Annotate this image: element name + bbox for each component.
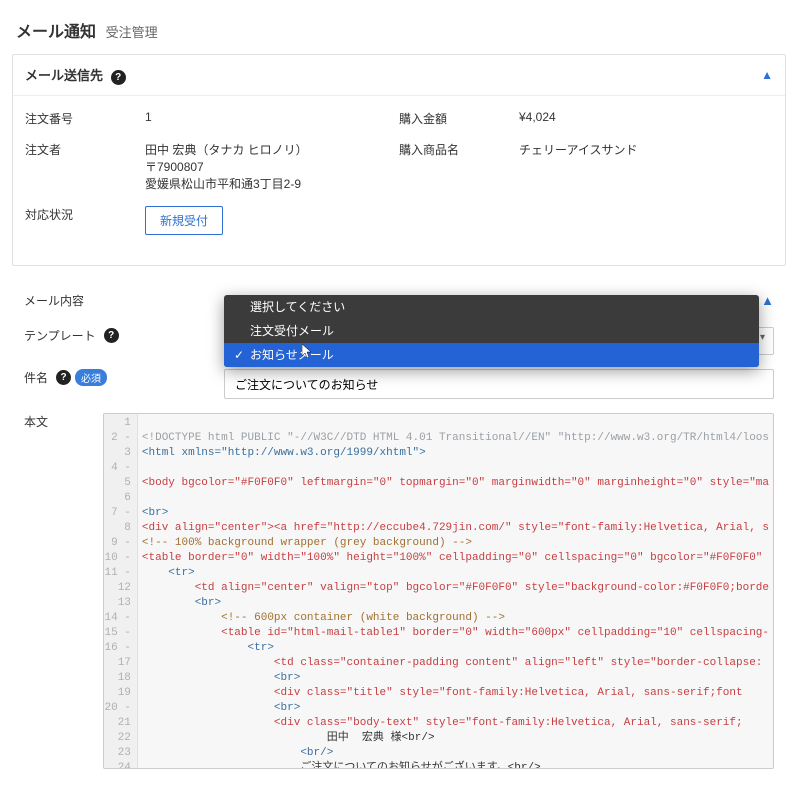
template-select[interactable]: 選択してください 注文受付メール ✓ お知らせメール ▾ — [224, 327, 774, 355]
check-icon: ✓ — [234, 347, 244, 363]
orderer-zip: 〒7900807 — [145, 158, 399, 175]
code-content[interactable]: <!DOCTYPE html PUBLIC "-//W3C//DTD HTML … — [138, 414, 773, 768]
help-icon[interactable]: ? — [111, 70, 126, 85]
template-dropdown[interactable]: 選択してください 注文受付メール ✓ お知らせメール — [224, 295, 759, 367]
subject-row: 件名 ? 必須 — [24, 369, 774, 399]
chevron-up-icon[interactable]: ▲ — [761, 68, 773, 82]
page-sub: 受注管理 — [106, 25, 158, 40]
dest-panel: メール送信先 ? ▲ 注文番号 1 注文者 田中 宏典（タナカ ヒロノリ） 〒7… — [12, 54, 786, 266]
product-value: チェリーアイスサンド — [519, 141, 773, 158]
template-option-1[interactable]: 注文受付メール — [224, 319, 759, 343]
product-label: 購入商品名 — [399, 141, 519, 158]
dest-panel-header[interactable]: メール送信先 ? ▲ — [13, 55, 785, 96]
template-row: テンプレート ? 選択してください 注文受付メール ✓ お知らせメール — [24, 327, 774, 355]
subject-input[interactable] — [224, 369, 774, 399]
template-label: テンプレート — [24, 327, 96, 344]
page-header: メール通知 受注管理 — [12, 12, 786, 54]
template-option-2[interactable]: ✓ お知らせメール — [224, 343, 759, 367]
body-row: 本文 12 -34 -567 -89 -10 -11 -121314 -15 -… — [24, 413, 774, 769]
body-label: 本文 — [24, 413, 48, 430]
cursor-icon — [302, 344, 314, 364]
content-section-title: メール内容 — [24, 292, 84, 309]
required-tag: 必須 — [75, 369, 107, 386]
order-no-label: 注文番号 — [25, 110, 145, 127]
orderer-addr: 愛媛県松山市平和通3丁目2-9 — [145, 175, 399, 192]
help-icon[interactable]: ? — [56, 370, 71, 385]
page-title: メール通知 — [16, 24, 96, 41]
content-section: メール内容 ▲ テンプレート ? 選択してください 注文受付メール ✓ お知らせ… — [12, 278, 786, 787]
order-no-value: 1 — [145, 110, 399, 127]
amount-label: 購入金額 — [399, 110, 519, 127]
dest-panel-body: 注文番号 1 注文者 田中 宏典（タナカ ヒロノリ） 〒7900807 愛媛県松… — [13, 96, 785, 265]
select-arrow-icon: ▾ — [760, 332, 765, 343]
status-badge[interactable]: 新規受付 — [145, 206, 223, 235]
orderer-name: 田中 宏典（タナカ ヒロノリ） — [145, 141, 399, 158]
amount-value: ¥4,024 — [519, 110, 773, 127]
subject-label: 件名 — [24, 369, 48, 386]
help-icon[interactable]: ? — [104, 328, 119, 343]
dest-section-title: メール送信先 — [25, 68, 103, 83]
code-gutter: 12 -34 -567 -89 -10 -11 -121314 -15 -16 … — [104, 414, 138, 768]
chevron-up-icon[interactable]: ▲ — [761, 293, 774, 308]
body-code-editor[interactable]: 12 -34 -567 -89 -10 -11 -121314 -15 -16 … — [103, 413, 774, 769]
template-option-0[interactable]: 選択してください — [224, 295, 759, 319]
status-label: 対応状況 — [25, 206, 145, 235]
orderer-label: 注文者 — [25, 141, 145, 192]
